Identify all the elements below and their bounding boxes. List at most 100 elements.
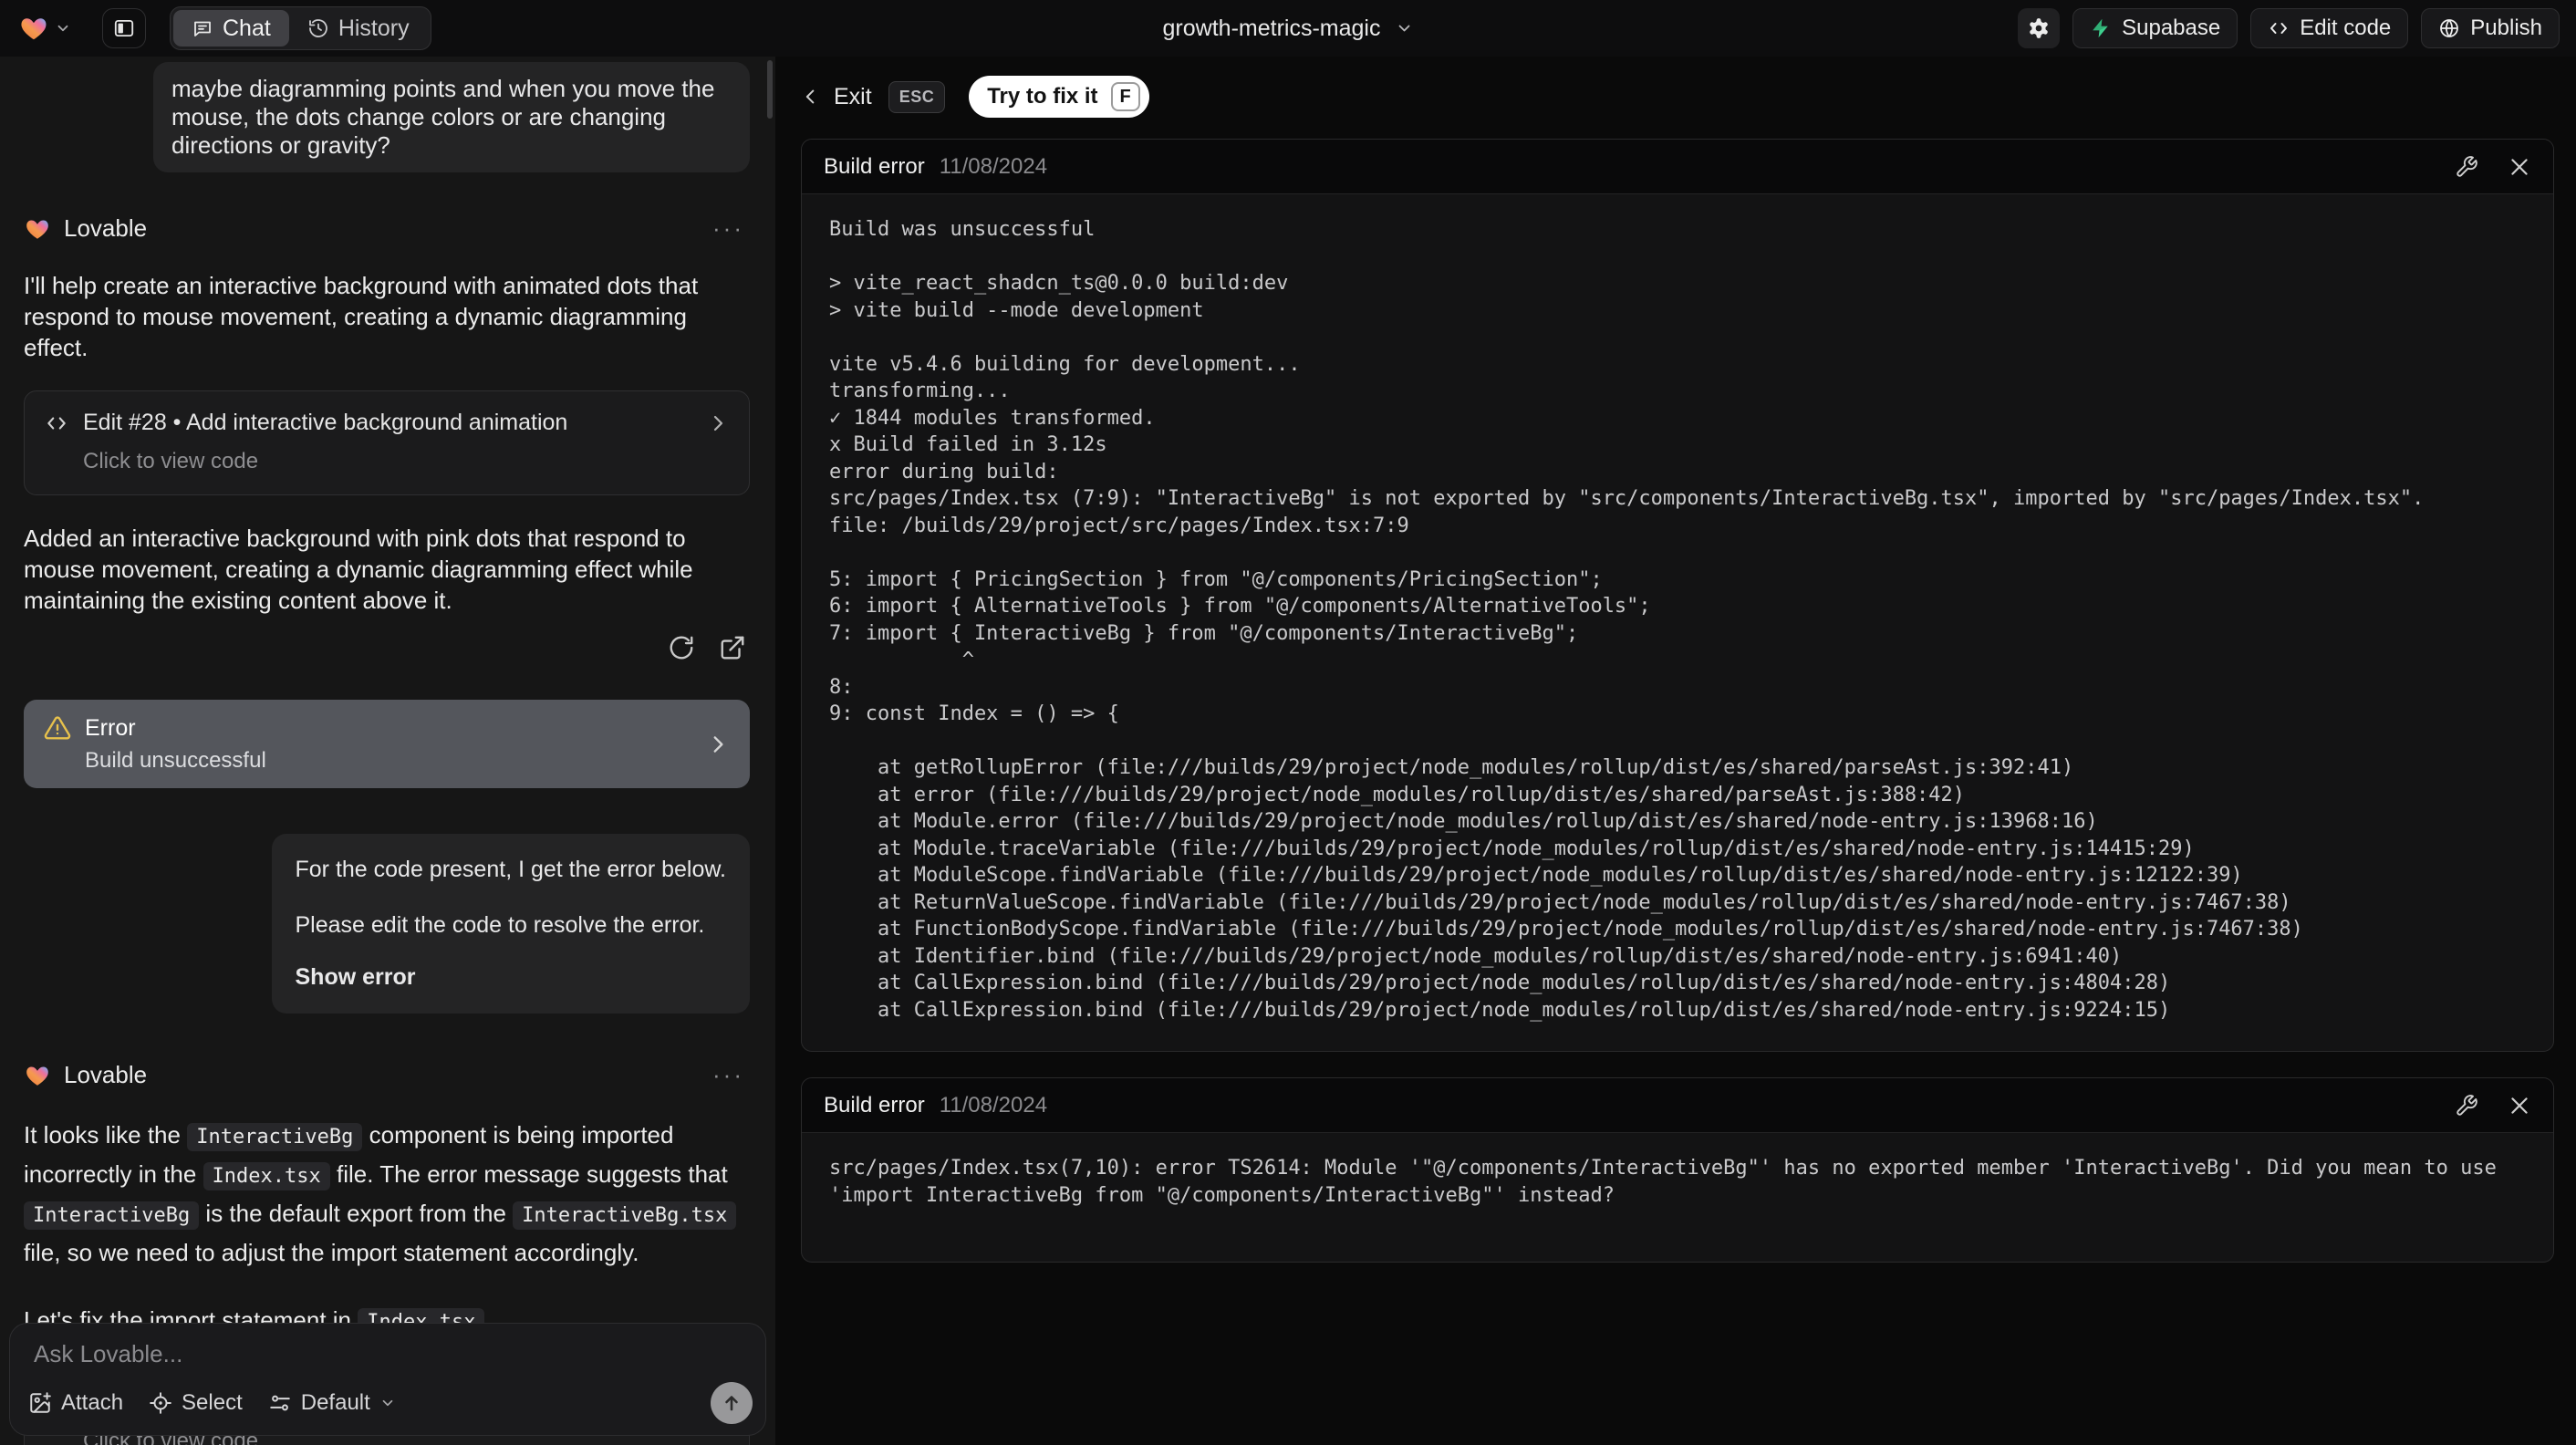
globe-icon xyxy=(2438,17,2460,39)
chat-bubble-icon xyxy=(192,17,213,39)
text-part: is the default export from the xyxy=(199,1200,514,1227)
tab-history[interactable]: History xyxy=(289,10,428,47)
tab-chat[interactable]: Chat xyxy=(173,10,289,47)
code-brackets-icon xyxy=(45,411,68,435)
inline-code: Index.tsx xyxy=(203,1162,330,1190)
image-plus-icon xyxy=(28,1391,52,1415)
back-chevron-icon[interactable] xyxy=(801,87,821,107)
user-message: maybe diagramming points and when you mo… xyxy=(153,62,750,172)
chat-scrollbar[interactable] xyxy=(767,60,773,119)
assistant-text: It looks like the InteractiveBg componen… xyxy=(24,1117,750,1271)
assistant-name: Lovable xyxy=(64,214,148,242)
publish-button[interactable]: Publish xyxy=(2421,8,2560,48)
settings-button[interactable] xyxy=(2018,8,2061,48)
error-card-title: Error xyxy=(85,714,136,741)
build-log: Build was unsuccessful > vite_react_shad… xyxy=(829,218,2425,1022)
chevron-down-icon xyxy=(1395,19,1413,37)
wrench-icon[interactable] xyxy=(2455,155,2478,179)
user-message-text: maybe diagramming points and when you mo… xyxy=(171,75,715,159)
close-icon[interactable] xyxy=(2508,1094,2531,1118)
sidebar-toggle-button[interactable] xyxy=(102,8,146,48)
gear-icon xyxy=(2027,16,2051,40)
build-error-card[interactable]: Error Build unsuccessful xyxy=(24,700,750,788)
publish-label: Publish xyxy=(2470,16,2542,40)
esc-key-badge: ESC xyxy=(888,80,946,113)
restore-icon[interactable] xyxy=(668,634,695,661)
message-menu-button[interactable]: ··· xyxy=(712,1061,750,1089)
chevron-down-icon xyxy=(379,1395,396,1411)
error-log-title: Build error xyxy=(824,153,925,179)
text-part: It looks like the xyxy=(24,1121,188,1149)
assistant-text: Added an interactive background with pin… xyxy=(24,523,750,616)
select-label: Select xyxy=(182,1390,243,1415)
chevron-right-icon xyxy=(706,733,730,756)
project-selector[interactable]: growth-metrics-magic xyxy=(1163,0,1414,57)
edit-card-28[interactable]: Edit #28 • Add interactive background an… xyxy=(24,390,750,495)
user-message: For the code present, I get the error be… xyxy=(271,834,750,1014)
sidebar-panel-icon xyxy=(112,16,136,40)
chat-history-switcher: Chat History xyxy=(170,6,431,50)
locate-icon xyxy=(149,1391,172,1415)
inline-code: InteractiveBg.tsx xyxy=(513,1201,737,1230)
supabase-button[interactable]: Supabase xyxy=(2072,8,2238,48)
arrow-up-icon xyxy=(721,1392,743,1414)
text-part: file, so we need to adjust the import st… xyxy=(24,1239,639,1266)
supabase-icon xyxy=(2090,17,2112,39)
tab-history-label: History xyxy=(338,15,410,41)
chat-input-box: Attach Select Default xyxy=(9,1323,766,1436)
edit-card-subtitle: Click to view code xyxy=(83,449,259,473)
chevron-down-icon xyxy=(55,20,71,36)
error-card-subtitle: Build unsuccessful xyxy=(85,748,266,773)
sliders-icon xyxy=(268,1391,292,1415)
inline-code: InteractiveBg xyxy=(187,1123,363,1151)
try-to-fix-button[interactable]: Try to fix it F xyxy=(969,76,1149,118)
external-link-icon[interactable] xyxy=(719,634,746,661)
select-button[interactable]: Select xyxy=(149,1390,243,1416)
history-icon xyxy=(307,17,329,39)
lovable-heart-icon xyxy=(24,1063,51,1088)
build-error-log-card: Build error 11/08/2024 src/pages/Index.t… xyxy=(801,1077,2554,1263)
lovable-heart-icon xyxy=(18,14,49,43)
fix-error-panel: Exit ESC Try to fix it F Build error 11/… xyxy=(775,57,2576,1445)
send-button[interactable] xyxy=(711,1382,753,1424)
assistant-text-content: Added an interactive background with pin… xyxy=(24,525,693,614)
user-message-text: Please edit the code to resolve the erro… xyxy=(295,912,705,938)
wrench-icon[interactable] xyxy=(2455,1094,2478,1118)
assistant-header: Lovable ··· xyxy=(24,214,750,243)
assistant-text-content: I'll help create an interactive backgrou… xyxy=(24,272,699,361)
lovable-logo-menu[interactable] xyxy=(18,14,71,43)
assistant-header: Lovable ··· xyxy=(24,1061,750,1089)
try-to-fix-label: Try to fix it xyxy=(987,84,1098,109)
edit-code-label: Edit code xyxy=(2300,16,2392,40)
warning-triangle-icon xyxy=(44,714,71,742)
f-key-badge: F xyxy=(1110,82,1140,111)
close-icon[interactable] xyxy=(2508,155,2531,179)
exit-button[interactable]: Exit xyxy=(834,84,872,110)
chevron-right-icon xyxy=(707,412,729,434)
message-menu-button[interactable]: ··· xyxy=(712,214,750,243)
build-error-log-card: Build error 11/08/2024 Build was unsucce… xyxy=(801,139,2554,1052)
error-log-date: 11/08/2024 xyxy=(939,153,1048,179)
supabase-label: Supabase xyxy=(2122,16,2221,40)
project-name: growth-metrics-magic xyxy=(1162,15,1381,41)
assistant-name: Lovable xyxy=(64,1061,148,1088)
mode-label: Default xyxy=(300,1390,370,1415)
code-brackets-icon xyxy=(2268,17,2290,39)
message-actions xyxy=(24,634,750,661)
user-message-text: For the code present, I get the error be… xyxy=(295,857,727,882)
edit-code-button[interactable]: Edit code xyxy=(2250,8,2409,48)
chat-input[interactable] xyxy=(34,1340,742,1377)
attach-button[interactable]: Attach xyxy=(28,1390,123,1416)
mode-selector[interactable]: Default xyxy=(268,1390,396,1416)
error-log-title: Build error xyxy=(824,1092,925,1118)
inline-code: InteractiveBg xyxy=(24,1201,200,1230)
chat-panel: maybe diagramming points and when you mo… xyxy=(0,57,775,1445)
lovable-heart-icon xyxy=(24,216,51,242)
edit-card-title: Edit #28 • Add interactive background an… xyxy=(83,410,568,435)
show-error-link[interactable]: Show error xyxy=(296,963,727,992)
attach-label: Attach xyxy=(61,1390,124,1415)
tab-chat-label: Chat xyxy=(223,15,271,41)
error-log-date: 11/08/2024 xyxy=(939,1092,1048,1118)
assistant-text: I'll help create an interactive backgrou… xyxy=(24,270,750,363)
chat-scroll-area[interactable]: maybe diagramming points and when you mo… xyxy=(0,57,775,1445)
